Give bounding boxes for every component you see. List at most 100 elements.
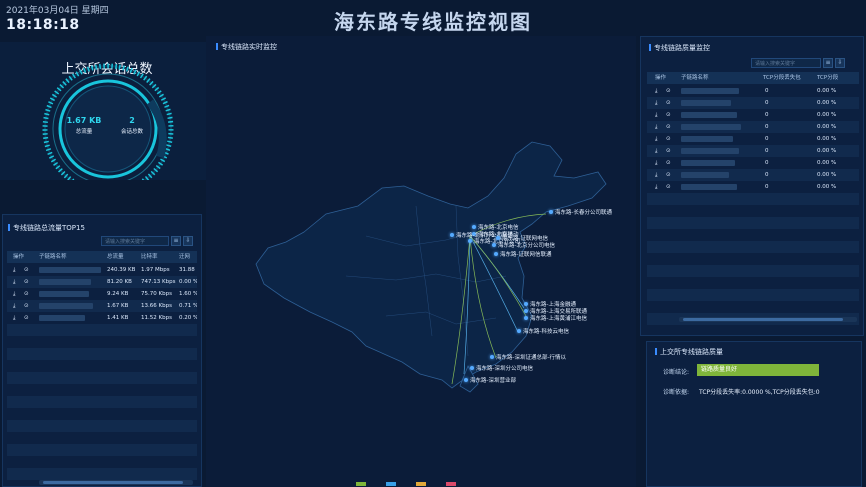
download-icon[interactable]: ⤓	[655, 145, 663, 157]
view-icon[interactable]: ⊙	[666, 169, 674, 181]
table-row[interactable]	[7, 324, 197, 336]
table-row[interactable]: ⤓ ⊙ 0 0.00 %	[647, 157, 859, 169]
table-row[interactable]	[7, 408, 197, 420]
table-row[interactable]: ⤓ ⊙ 81.20 KB 747.13 Kbps 0.00 %	[7, 276, 197, 288]
col-name[interactable]: 子链路名称	[681, 72, 741, 84]
download-icon[interactable]: ⤓	[13, 312, 21, 324]
view-icon[interactable]: ⊙	[666, 145, 674, 157]
export-button[interactable]: ⇩	[183, 236, 193, 246]
view-icon[interactable]: ⊙	[666, 157, 674, 169]
table-row[interactable]	[7, 384, 197, 396]
table-row[interactable]	[7, 360, 197, 372]
quality-search-input[interactable]: 请输入搜索关键字	[751, 58, 821, 68]
download-icon[interactable]: ⤓	[655, 121, 663, 133]
view-icon[interactable]: ⊙	[666, 133, 674, 145]
table-row[interactable]: ⤓ ⊙ 240.39 KB 1.97 Mbps 31.88	[7, 264, 197, 276]
table-row[interactable]: ⤓ ⊙ 0 0.00 %	[647, 121, 859, 133]
city-marker[interactable]	[450, 233, 454, 237]
legend-swatch-3[interactable]	[416, 482, 426, 486]
download-icon[interactable]: ⤓	[13, 264, 21, 276]
col-tcp-lost[interactable]: TCP分段丢失包	[763, 72, 813, 84]
table-row[interactable]: ⤓ ⊙ 0 0.00 %	[647, 109, 859, 121]
filter-button[interactable]: ≡	[171, 236, 181, 246]
city-marker[interactable]	[492, 243, 496, 247]
col-total-traffic[interactable]: 总流量	[107, 251, 137, 263]
view-icon[interactable]: ⊙	[666, 97, 674, 109]
city-label: 海东路-深圳分公司电信	[476, 366, 533, 372]
col-bitrate[interactable]: 比特率	[141, 251, 171, 263]
legend-swatch-2[interactable]	[386, 482, 396, 486]
city-marker[interactable]	[517, 329, 521, 333]
table-row[interactable]	[647, 229, 859, 241]
table-row[interactable]	[647, 289, 859, 301]
table-row[interactable]	[7, 348, 197, 360]
top15-search-input[interactable]: 请输入搜索关键字	[101, 236, 169, 246]
extra-value: 0.00 %	[179, 279, 197, 285]
city-marker[interactable]	[470, 366, 474, 370]
quality-export-button[interactable]: ⇩	[835, 58, 845, 68]
view-icon[interactable]: ⊙	[24, 288, 32, 300]
city-marker[interactable]	[524, 309, 528, 313]
city-marker[interactable]	[496, 236, 500, 240]
table-row[interactable]: ⤓ ⊙ 0 0.00 %	[647, 133, 859, 145]
table-row[interactable]: ⤓ ⊙ 0 0.00 %	[647, 169, 859, 181]
download-icon[interactable]: ⤓	[655, 109, 663, 121]
download-icon[interactable]: ⤓	[655, 97, 663, 109]
city-marker[interactable]	[524, 302, 528, 306]
table-row[interactable]: ⤓ ⊙ 1.67 KB 13.66 Kbps 0.71 %	[7, 300, 197, 312]
download-icon[interactable]: ⤓	[655, 85, 663, 97]
download-icon[interactable]: ⤓	[655, 181, 663, 193]
view-icon[interactable]: ⊙	[666, 181, 674, 193]
table-row[interactable]	[7, 420, 197, 432]
view-icon[interactable]: ⊙	[666, 121, 674, 133]
table-row[interactable]: ⤓ ⊙ 0 0.00 %	[647, 145, 859, 157]
download-icon[interactable]: ⤓	[13, 288, 21, 300]
table-row[interactable]: ⤓ ⊙ 0 0.00 %	[647, 97, 859, 109]
table-row[interactable]	[647, 217, 859, 229]
download-icon[interactable]: ⤓	[655, 133, 663, 145]
table-row[interactable]	[647, 241, 859, 253]
city-marker[interactable]	[472, 225, 476, 229]
view-icon[interactable]: ⊙	[24, 276, 32, 288]
city-marker[interactable]	[490, 355, 494, 359]
table-row[interactable]	[7, 432, 197, 444]
table-row[interactable]: ⤓ ⊙ 9.24 KB 75.70 Kbps 1.60 %	[7, 288, 197, 300]
top15-scrollbar[interactable]	[39, 480, 193, 485]
table-row[interactable]	[647, 205, 859, 217]
city-marker[interactable]	[468, 239, 472, 243]
table-row[interactable]	[7, 396, 197, 408]
legend-swatch-1[interactable]	[356, 482, 366, 486]
table-row[interactable]: ⤓ ⊙ 0 0.00 %	[647, 181, 859, 193]
city-marker[interactable]	[494, 252, 498, 256]
quality-scrollbar[interactable]	[679, 317, 857, 322]
view-icon[interactable]: ⊙	[666, 85, 674, 97]
table-row[interactable]: ⤓ ⊙ 1.41 KB 11.52 Kbps 0.20 %	[7, 312, 197, 324]
table-row[interactable]	[647, 301, 859, 313]
table-row[interactable]	[7, 372, 197, 384]
download-icon[interactable]: ⤓	[13, 300, 21, 312]
legend-swatch-4[interactable]	[446, 482, 456, 486]
city-marker[interactable]	[549, 210, 553, 214]
download-icon[interactable]: ⤓	[655, 169, 663, 181]
table-row[interactable]	[647, 277, 859, 289]
download-icon[interactable]: ⤓	[13, 276, 21, 288]
table-row[interactable]	[647, 193, 859, 205]
table-row[interactable]	[7, 444, 197, 456]
city-marker[interactable]	[464, 378, 468, 382]
view-icon[interactable]: ⊙	[24, 312, 32, 324]
col-tcp-rate[interactable]: TCP分段	[817, 72, 857, 84]
table-row[interactable]: ⤓ ⊙ 0 0.00 %	[647, 85, 859, 97]
table-row[interactable]	[7, 336, 197, 348]
table-row[interactable]	[7, 468, 197, 480]
col-extra[interactable]: 迁网	[179, 251, 197, 263]
view-icon[interactable]: ⊙	[24, 300, 32, 312]
view-icon[interactable]: ⊙	[666, 109, 674, 121]
table-row[interactable]	[647, 253, 859, 265]
city-marker[interactable]	[524, 316, 528, 320]
table-row[interactable]	[647, 265, 859, 277]
table-row[interactable]	[7, 456, 197, 468]
quality-filter-button[interactable]: ≡	[823, 58, 833, 68]
col-name[interactable]: 子链路名称	[39, 251, 99, 263]
view-icon[interactable]: ⊙	[24, 264, 32, 276]
download-icon[interactable]: ⤓	[655, 157, 663, 169]
